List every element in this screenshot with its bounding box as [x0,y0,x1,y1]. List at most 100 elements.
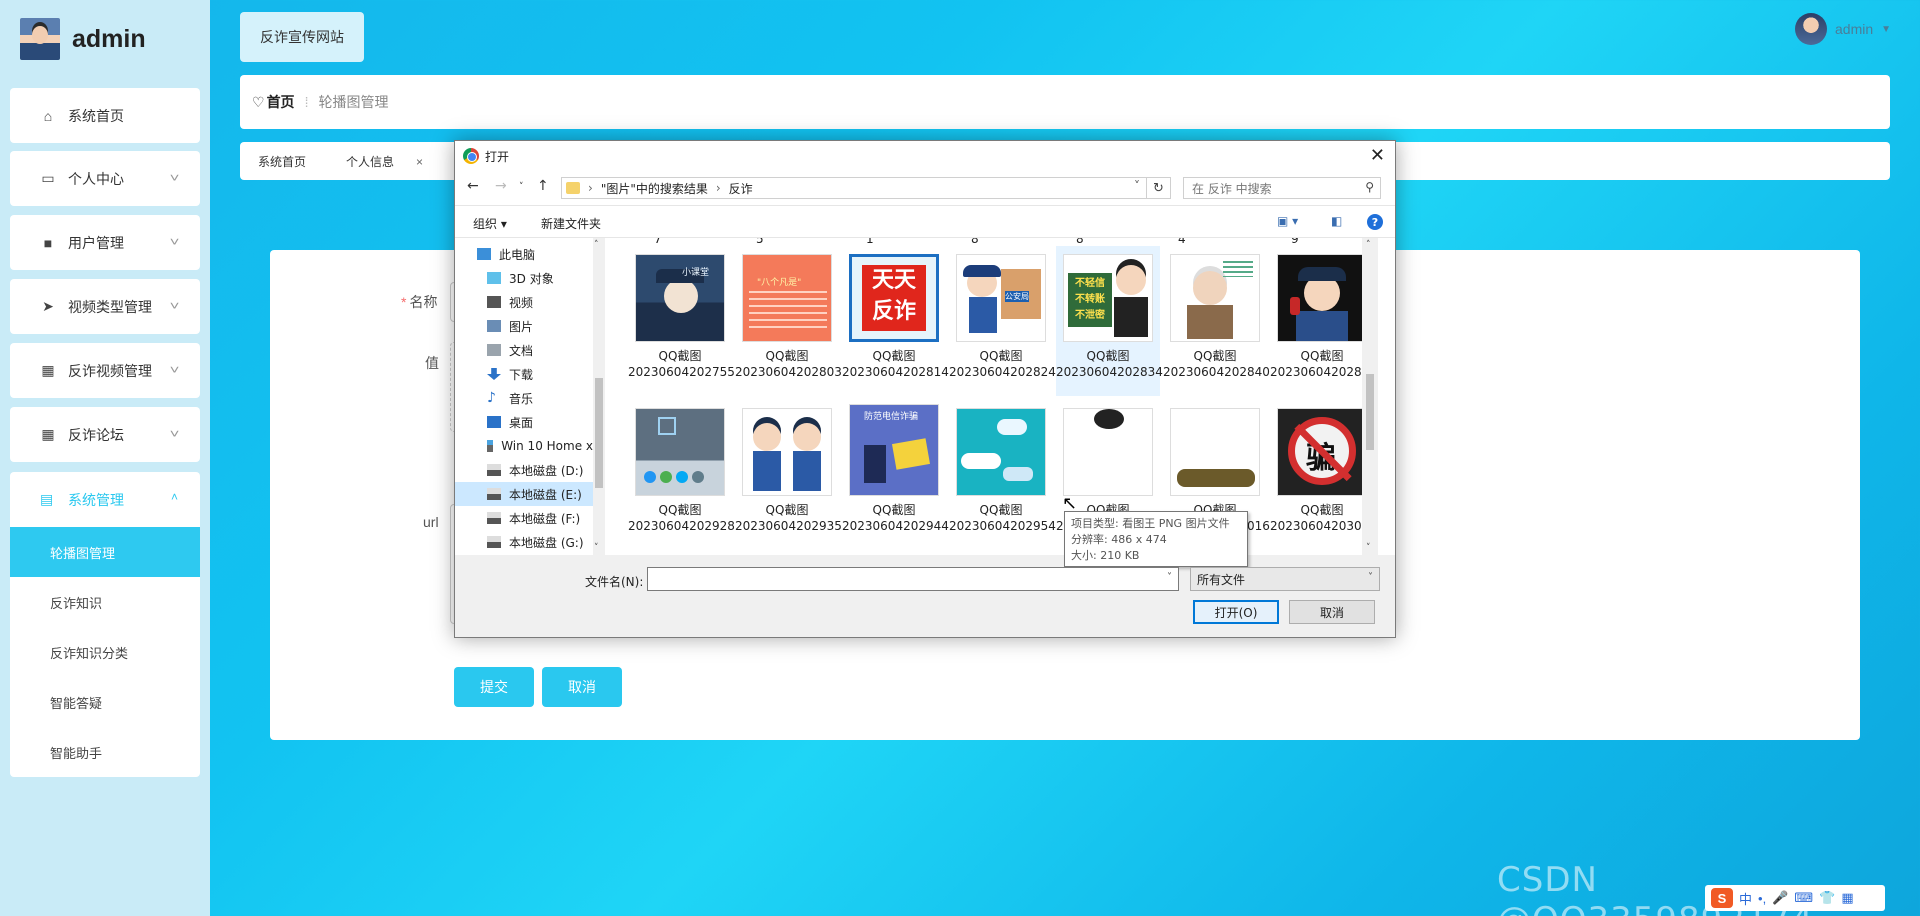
file-item[interactable]: 天天 反诈 QQ截图 20230604202814 [842,246,949,396]
help-icon[interactable]: ? [1367,214,1383,230]
filename-input[interactable]: ˅ [647,567,1179,591]
filetype-select[interactable]: 所有文件 ˅ [1190,567,1380,591]
file-item[interactable]: 公安局 QQ截图 20230604202824 [949,246,1056,396]
file-item[interactable]: "八个凡是" QQ截图 20230604202803 [735,246,842,396]
sidebar-item-video-management[interactable]: ▦ 反诈视频管理 ˅ [10,343,200,398]
sidebar-item-label: 用户管理 [68,234,124,251]
nav-item-downloads[interactable]: 下载 [455,362,593,386]
organize-menu[interactable]: 组织 ▾ [473,215,507,232]
nav-item-drive[interactable]: 本地磁盘 (G:) [455,530,593,554]
dialog-cancel-button[interactable]: 取消 [1289,600,1375,624]
file-thumbnail [1170,254,1260,342]
user-menu[interactable]: admin ▼ [1795,13,1891,45]
sidebar-item-user-management[interactable]: ■ 用户管理 ˅ [10,215,200,270]
file-item[interactable]: QQ截图 20230604202954 [949,400,1056,550]
nav-item-desktop[interactable]: 桌面 [455,410,593,434]
ime-toolbar[interactable]: S 中 •, 🎤 ⌨ 👕 ▦ [1705,885,1885,911]
new-folder-button[interactable]: 新建文件夹 [541,215,601,232]
scroll-down-icon[interactable]: ˅ [1366,543,1371,553]
microphone-icon[interactable]: 🎤 [1772,890,1788,906]
nav-item-videos[interactable]: 视频 [455,290,593,314]
sogou-icon: S [1711,888,1733,908]
paper-plane-icon: ➤ [42,298,54,314]
tag-item[interactable]: 系统首页 [258,153,326,170]
sidebar-sub-item[interactable]: 智能助手 [10,727,200,777]
sidebar-item-home[interactable]: ⌂ 系统首页 [10,88,200,143]
recent-dropdown-icon[interactable]: ˅ [519,182,524,192]
scroll-up-icon[interactable]: ˄ [594,240,599,250]
tag-item[interactable]: 个人信息 × [346,153,443,170]
nav-item-drive[interactable]: 本地磁盘 (E:) [455,482,593,506]
keyboard-icon[interactable]: ⌨ [1794,890,1813,906]
preview-pane-icon[interactable]: ◧ [1331,214,1342,228]
chevron-down-icon[interactable]: ˅ [1167,572,1172,583]
nav-item-pictures[interactable]: 图片 [455,314,593,338]
nav-scrollbar[interactable]: ˄ ˅ [593,238,605,555]
file-thumbnail: 不轻信 不转账 不泄密 [1063,254,1153,342]
ime-language[interactable]: 中 [1739,889,1752,908]
heart-icon: ♡ [252,93,265,110]
folder-icon [566,182,580,194]
refresh-button[interactable]: ↻ [1147,177,1171,199]
site-title-tag[interactable]: 反诈宣传网站 [240,12,364,62]
file-item[interactable]: 小课堂 QQ截图 20230604202755 [628,246,735,396]
punctuation-icon[interactable]: •, [1758,891,1766,906]
file-item[interactable]: QQ截图 20230604202840 [1163,246,1270,396]
file-thumbnail: 天天 反诈 [849,254,939,342]
sidebar-sub-item[interactable]: 反诈知识 [10,577,200,627]
cancel-button[interactable]: 取消 [542,667,622,707]
scroll-thumb[interactable] [595,378,603,488]
back-arrow-icon[interactable]: ← [467,178,479,194]
scroll-down-icon[interactable]: ˅ [594,543,599,553]
nav-item-documents[interactable]: 文档 [455,338,593,362]
submit-button[interactable]: 提交 [454,667,534,707]
file-pane-scrollbar[interactable]: ˄ ˅ [1362,238,1378,555]
file-item[interactable]: 防范电信诈骗 QQ截图 20230604202944 [842,400,949,550]
music-icon: ♪ [487,390,496,406]
sidebar-sub-item[interactable]: 智能答疑 [10,677,200,727]
caret-down-icon: ▼ [1881,23,1892,35]
nav-item-music[interactable]: ♪ 音乐 [455,386,593,410]
file-item[interactable]: 骗 QQ截图 20230604203040 [1270,400,1377,550]
sidebar-item-video-type[interactable]: ➤ 视频类型管理 ˅ [10,279,200,334]
file-item[interactable]: QQ截图 20230604202928 [628,400,735,550]
close-icon[interactable]: ✕ [1370,145,1385,166]
file-name: QQ截图 20230604202755 [628,349,735,379]
scroll-thumb[interactable] [1366,374,1374,450]
nav-item-3d[interactable]: 3D 对象 [455,266,593,290]
file-item[interactable]: QQ截图 20230604202855 [1270,246,1377,396]
up-arrow-icon[interactable]: ↑ [537,178,549,194]
chevron-down-icon[interactable]: ˅ [1134,179,1140,193]
breadcrumb-home[interactable]: 首页 [267,92,295,112]
download-icon [487,368,501,380]
file-item[interactable]: 不轻信 不转账 不泄密 QQ截图 20230604202834 [1056,246,1163,396]
sidebar-sub-item[interactable]: 反诈知识分类 [10,627,200,677]
chart-icon: ▤ [40,491,54,507]
grid-icon[interactable]: ▦ [1841,890,1853,906]
sidebar-group-header[interactable]: ▤ 系统管理 ˄ [10,472,200,527]
view-options-icon[interactable]: ▣ ▾ [1277,214,1298,228]
sidebar-item-personal-center[interactable]: ▭ 个人中心 ˅ [10,151,200,206]
scroll-up-icon[interactable]: ˄ [1366,240,1371,250]
path-segment[interactable]: 反诈 [729,180,753,197]
sidebar-item-forum[interactable]: ▦ 反诈论坛 ˅ [10,407,200,462]
name-label: * 名称 [401,294,438,310]
forward-arrow-icon[interactable]: → [495,178,507,194]
open-button[interactable]: 打开(O) [1193,600,1279,624]
sidebar-item-label: 系统首页 [68,107,124,124]
filename-label: 文件名(N): [585,575,644,589]
nav-item-drive[interactable]: 本地磁盘 (D:) [455,458,593,482]
search-input[interactable]: 在 反诈 中搜索 ⚲ [1183,177,1381,199]
dialog-title: 打开 [485,149,510,164]
address-bar[interactable]: › "图片"中的搜索结果 › 反诈 ˅ [561,177,1147,199]
close-icon[interactable]: × [416,155,423,169]
sidebar-sub-item[interactable]: 轮播图管理 [10,527,200,577]
nav-item-this-pc[interactable]: 此电脑 [455,242,593,266]
sidebar: admin ⌂ 系统首页 ▭ 个人中心 ˅ ■ 用户管理 ˅ ➤ 视频类型管理 … [0,0,210,916]
path-segment[interactable]: "图片"中的搜索结果 [601,180,708,197]
drive-icon [487,488,501,500]
nav-item-drive[interactable]: Win 10 Home x [455,434,593,458]
file-item[interactable]: QQ截图 20230604202935 [735,400,842,550]
nav-item-drive[interactable]: 本地磁盘 (F:) [455,506,593,530]
skin-icon[interactable]: 👕 [1819,890,1835,906]
